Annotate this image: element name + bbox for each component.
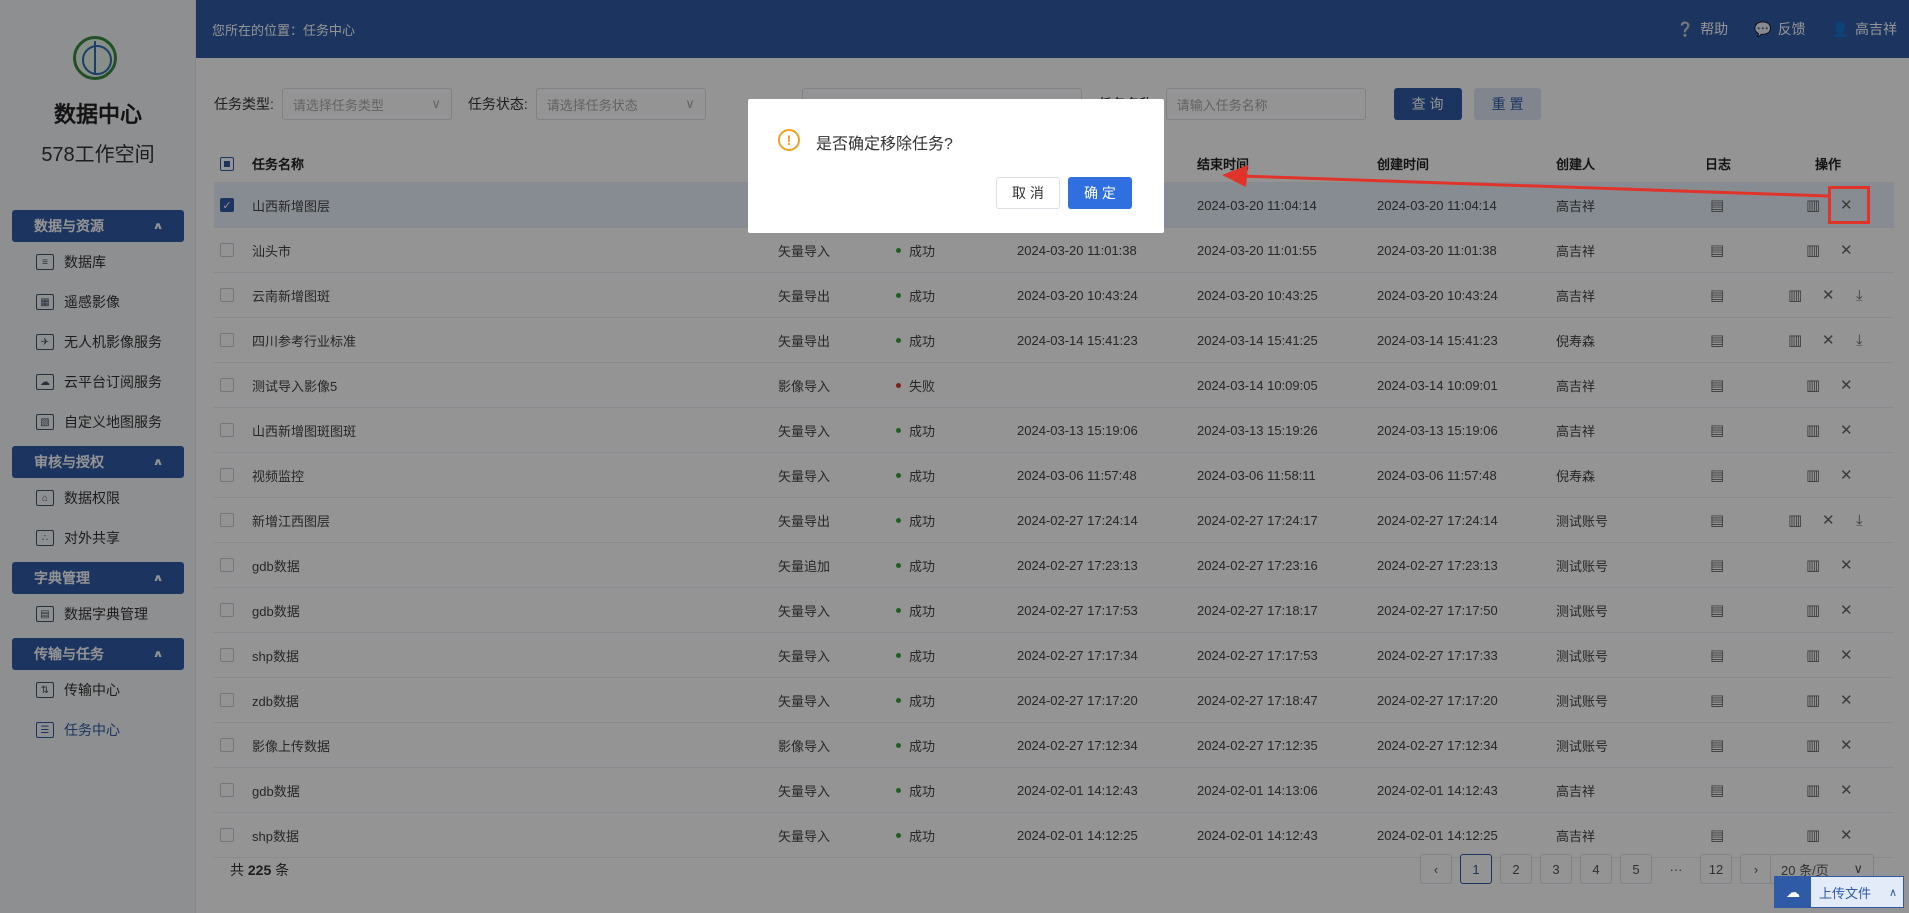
- confirm-dialog: ! 是否确定移除任务? 取 消 确 定: [748, 99, 1164, 233]
- chevron-up-icon: ∧: [1888, 886, 1897, 899]
- cancel-button[interactable]: 取 消: [996, 177, 1060, 209]
- upload-label: 上传文件: [1819, 885, 1872, 901]
- cloud-upload-icon: ☁: [1775, 877, 1811, 907]
- upload-file-button[interactable]: ☁ 上传文件 ∧: [1774, 876, 1904, 908]
- confirm-button[interactable]: 确 定: [1068, 177, 1132, 209]
- warning-icon: !: [778, 129, 800, 151]
- dialog-message: 是否确定移除任务?: [816, 136, 953, 153]
